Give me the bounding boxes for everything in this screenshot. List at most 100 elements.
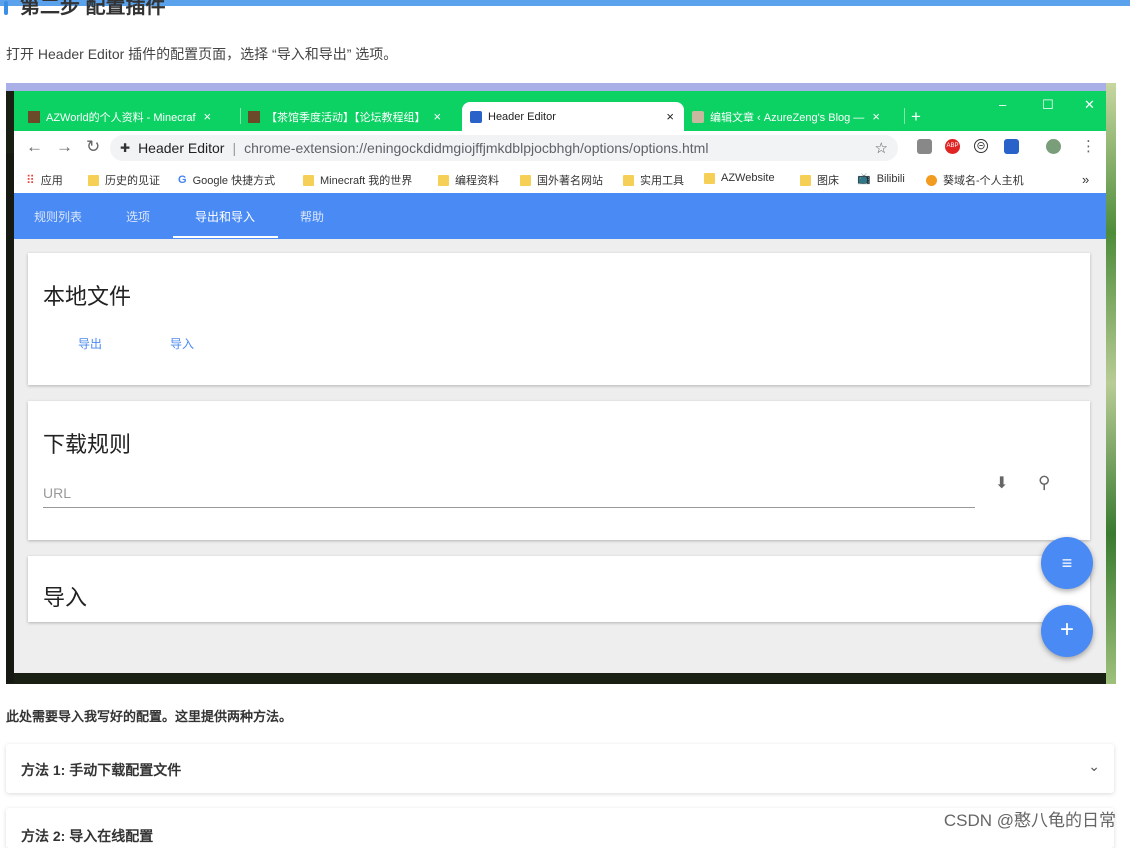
bookmark-bilibili[interactable]: 📺 Bilibili [857,172,905,186]
address-row: ← → ↻ ✚ Header Editor | chrome-extension… [14,131,1106,165]
screenshot-backdrop-left [6,153,14,683]
tab-label: Header Editor [488,110,556,123]
bookmark-folder[interactable]: 图床 [800,172,839,188]
bookmark-label: AZWebsite [721,172,775,184]
search-icon[interactable]: ⚲ [1038,473,1050,493]
tab-strip: AZWorld的个人资料 - Minecraf × 【茶馆季度活动】【论坛教程组… [14,91,1106,131]
bookmarks-overflow-icon[interactable]: » [1082,172,1089,187]
screenshot-backdrop-top [6,83,1116,91]
tab-close-icon[interactable]: × [204,109,212,124]
tab-separator [904,108,905,124]
browser-screenshot: AZWorld的个人资料 - Minecraf × 【茶馆季度活动】【论坛教程组… [6,83,1116,684]
bilibili-icon: 📺 [857,173,871,185]
import-button[interactable]: 导入 [170,335,194,352]
folder-icon [88,174,99,186]
address-bar[interactable]: ✚ Header Editor | chrome-extension://eni… [110,135,898,161]
tab-forum[interactable]: 【茶馆季度活动】【论坛教程组】 × [240,102,460,131]
bookmark-folder[interactable]: 历史的见证 [88,172,160,188]
folder-icon [438,174,449,186]
bookmark-apps[interactable]: ⠿ 应用 [26,172,63,188]
close-window-button[interactable]: ✕ [1084,97,1095,113]
accordion-method-1[interactable]: 方法 1: 手动下载配置文件 ⌄ [6,744,1114,793]
tab-close-icon[interactable]: × [666,109,674,124]
extension-puzzle-icon: ✚ [120,141,131,155]
bookmark-label: Bilibili [876,172,905,185]
bookmark-host[interactable]: 葵域名-个人主机 [926,172,1024,188]
bookmark-folder[interactable]: 国外著名网站 [520,172,603,188]
bookmark-folder[interactable]: 实用工具 [623,172,684,188]
card-title: 本地文件 [43,284,132,309]
address-extension-name: Header Editor [138,140,225,156]
active-tab-indicator [173,236,278,238]
tab-close-icon[interactable]: × [872,109,880,124]
download-icon[interactable]: ⬇ [995,473,1008,493]
nav-rules-list[interactable]: 规则列表 [34,208,82,225]
bookmark-google[interactable]: G Google 快捷方式 [178,172,275,188]
url-input[interactable]: URL [43,485,975,508]
nav-options[interactable]: 选项 [126,208,150,225]
bookmark-star-icon[interactable]: ☆ [875,139,888,157]
bookmark-label: 历史的见证 [105,175,160,187]
adblock-icon[interactable]: ABP [945,139,960,154]
bookmark-label: Google 快捷方式 [192,175,276,187]
minecraft-block-icon [28,110,40,123]
extension-icon[interactable] [917,139,932,154]
header-editor-extension-icon[interactable] [1004,139,1019,154]
import-card: 导入 [28,556,1090,622]
maximize-button[interactable]: ☐ [1042,97,1054,113]
top-accent-bar [0,0,1130,6]
back-arrow-icon[interactable]: ← [26,137,43,157]
address-url: chrome-extension://eningockdidmgiojffjmk… [244,140,709,156]
bookmark-label: 编程资料 [455,175,499,187]
bookmark-label: 应用 [40,175,63,187]
tab-blog-editor[interactable]: 编辑文章 ‹ AzureZeng's Blog — × [684,102,905,131]
minecraft-block-icon [248,110,260,123]
forward-arrow-icon[interactable]: → [56,137,73,157]
tab-header-editor[interactable]: Header Editor × [462,102,684,131]
bookmark-label: 葵域名-个人主机 [943,175,1024,187]
host-icon [926,174,937,186]
tab-label: 【茶馆季度活动】【论坛教程组】 [266,111,426,124]
card-title: 下载规则 [43,432,132,457]
export-button[interactable]: 导出 [78,335,102,352]
profile-avatar[interactable] [1046,139,1061,154]
accordion-label: 方法 2: 导入在线配置 [21,828,154,844]
bookmark-label: Minecraft 我的世界 [320,175,413,187]
bookmark-label: 图床 [817,175,839,187]
folder-icon [704,172,715,184]
menu-dots-icon[interactable]: ⋮ [1081,137,1096,155]
apps-grid-icon: ⠿ [26,173,35,187]
tab-close-icon[interactable]: × [434,109,442,124]
url-placeholder: URL [43,485,72,501]
blog-avatar-icon [692,110,704,123]
nav-export-import[interactable]: 导出和导入 [195,208,255,225]
minimize-button[interactable]: – [999,97,1006,112]
new-tab-button[interactable]: + [911,107,921,127]
tab-label: AZWorld的个人资料 - Minecraf [46,111,196,124]
browser-window: AZWorld的个人资料 - Minecraf × 【茶馆季度活动】【论坛教程组… [14,91,1106,673]
download-rules-card: 下载规则 URL ⬇ ⚲ [28,401,1090,540]
tab-label: 编辑文章 ‹ AzureZeng's Blog — [710,111,865,124]
header-editor-icon [470,110,482,123]
folder-icon [303,174,314,186]
section-heading: 第二步 配置插件 [4,0,166,19]
bookmark-folder[interactable]: AZWebsite [704,172,775,184]
bookmarks-bar: ⠿ 应用 历史的见证 G Google 快捷方式 Minecraft 我的世界 编… [14,165,1106,194]
csdn-watermark: CSDN @憨八龟的日常 [943,811,1116,830]
bookmark-folder[interactable]: 编程资料 [438,172,499,188]
chevron-down-icon: ⌄ [1088,758,1100,774]
tab-azworld[interactable]: AZWorld的个人资料 - Minecraf × [20,102,241,131]
section-title: 第二步 配置插件 [20,0,166,18]
google-icon: G [178,174,187,186]
add-fab-icon[interactable]: + [1041,605,1093,657]
bookmark-folder[interactable]: Minecraft 我的世界 [303,172,412,188]
sync-icon[interactable]: ⊝ [974,139,988,153]
app-nav-bar: 规则列表 选项 导出和导入 帮助 [14,193,1106,239]
folder-icon [800,174,811,186]
folder-icon [520,174,531,186]
intro-text: 打开 Header Editor 插件的配置页面，选择 “导入和导出” 选项。 [6,46,398,62]
accordion-label: 方法 1: 手动下载配置文件 [21,762,182,778]
reload-icon[interactable]: ↻ [86,137,100,157]
rule-list-fab-icon[interactable]: ≡ [1041,537,1093,589]
nav-help[interactable]: 帮助 [300,208,324,225]
